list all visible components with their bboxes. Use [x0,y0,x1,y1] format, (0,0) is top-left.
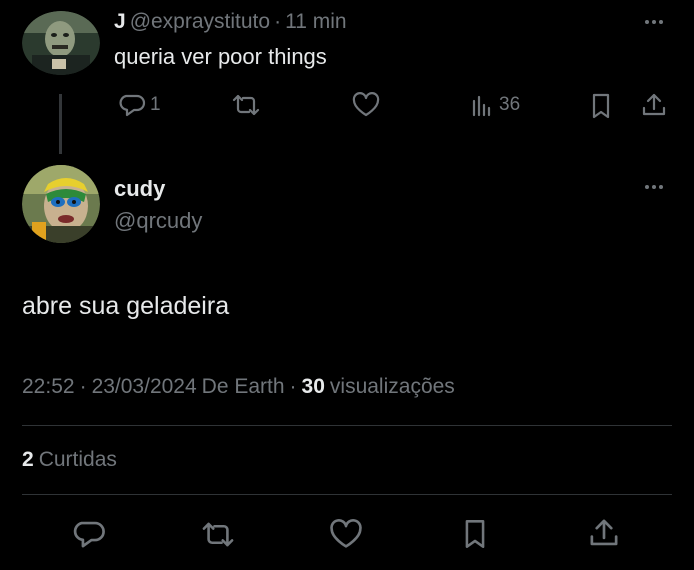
main-time[interactable]: 22:52 [22,375,75,399]
main-date[interactable]: 23/03/2024 [92,375,197,399]
main-tweet-text: abre sua geladeira [22,292,230,320]
reply-header: J @expraystituto · 11 min [114,10,347,34]
reply-author-avatar[interactable] [22,11,100,75]
likes-count: 2 [22,448,34,471]
likes-summary[interactable]: 2 Curtidas [22,448,117,472]
main-action-retweet[interactable] [198,518,238,551]
main-source: De Earth [201,375,285,398]
reply-handle[interactable]: @expraystituto [130,10,270,34]
main-display-name[interactable]: cudy [114,176,165,202]
main-more-icon[interactable] [645,185,663,189]
reply-action-like[interactable] [351,92,381,118]
reply-views-count: 36 [499,94,521,115]
main-views-count: 30 [301,375,325,398]
heart-icon [328,519,364,550]
bookmark-icon [460,517,490,551]
bookmark-icon [588,92,614,120]
heart-icon [351,92,381,118]
main-views-label: visualizações [329,375,455,398]
main-author-avatar[interactable] [22,164,100,244]
main-action-share[interactable] [587,516,621,550]
reply-action-retweet[interactable] [229,91,263,119]
reply-separator: · [274,10,282,33]
main-action-bookmark[interactable] [460,517,490,551]
divider-bottom [22,494,672,495]
main-tweet-meta: 22:52 · 23/03/2024 De Earth · 30 visuali… [22,375,455,399]
reply-action-views[interactable]: 36 [469,92,520,118]
reply-count: 1 [150,94,161,115]
share-upload-icon [640,91,668,119]
reply-action-bookmark[interactable] [588,92,614,120]
reply-time[interactable]: 11 min [285,10,346,34]
retweet-icon [229,91,263,119]
reply-bubble-icon [72,518,106,550]
reply-action-share[interactable] [640,91,668,119]
meta-separator-2: · [289,375,297,398]
retweet-icon [198,518,238,551]
divider-top [22,425,672,426]
likes-label: Curtidas [38,448,117,471]
reply-display-name[interactable]: J [114,10,126,34]
share-upload-icon [587,516,621,550]
reply-bubble-icon [118,92,146,118]
reply-text: queria ver poor things [114,44,327,69]
bar-chart-icon [469,92,495,118]
meta-separator-1: · [79,375,87,398]
reply-action-reply[interactable]: 1 [118,92,161,118]
main-action-reply[interactable] [72,518,106,550]
reply-more-icon[interactable] [645,20,663,24]
main-handle[interactable]: @qrcudy [114,208,202,234]
main-action-like[interactable] [328,519,364,550]
thread-connector-line [59,94,62,154]
